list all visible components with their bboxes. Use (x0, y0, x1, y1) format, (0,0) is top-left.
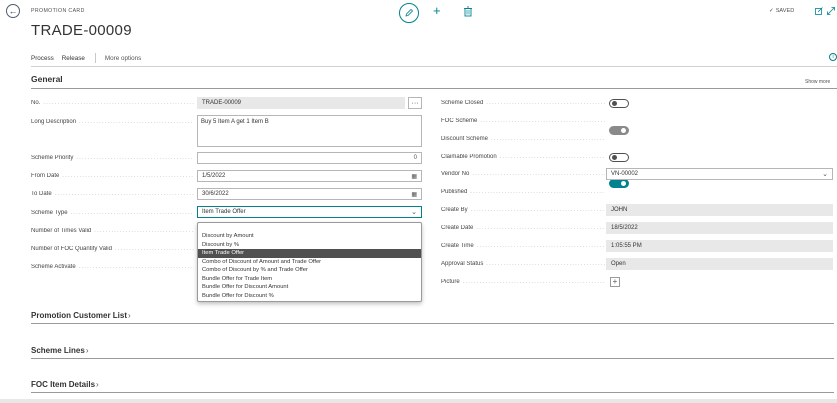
discount-scheme-label: Discount Scheme (441, 136, 605, 142)
to-date-field[interactable]: 30/6/2022 ▦ (197, 188, 422, 200)
action-bar-divider (31, 66, 837, 67)
edit-button[interactable] (399, 3, 419, 23)
create-date-field: 18/5/2022 (606, 222, 833, 234)
no-field: TRADE-00009 (197, 97, 405, 109)
scheme-priority-label: Scheme Priority (31, 155, 194, 161)
scheme-lines-divider (31, 358, 834, 359)
long-description-label: Long Description (31, 119, 194, 125)
dropdown-option[interactable]: Bundle Offer for Trade Item (198, 275, 421, 284)
to-date-label: To Date (31, 191, 194, 197)
expand-icon[interactable] (827, 7, 835, 15)
scheme-type-label: Scheme Type (31, 210, 194, 216)
dropdown-option-selected[interactable]: Item Trade Offer (198, 249, 421, 258)
create-by-label: Create By (441, 207, 605, 213)
checkmark-icon: ✓ (769, 8, 774, 14)
action-separator (94, 53, 96, 63)
more-options-action[interactable]: More options (105, 55, 141, 62)
customer-list-divider (31, 323, 834, 324)
scheme-priority-field[interactable]: 0 (197, 152, 422, 164)
add-picture-button[interactable]: + (610, 277, 620, 287)
discount-scheme-toggle[interactable] (609, 153, 629, 162)
page-title: TRADE-00009 (31, 22, 132, 39)
create-date-label: Create Date (441, 225, 605, 231)
scheme-closed-toggle[interactable] (609, 99, 629, 108)
dropdown-option[interactable]: Combo of Discount by % and Trade Offer (198, 266, 421, 275)
general-section-title[interactable]: General (31, 74, 63, 84)
chevron-right-icon: › (85, 346, 89, 355)
action-bar: Process Release More options (31, 53, 149, 63)
dropdown-option[interactable]: Discount by % (198, 241, 421, 250)
chevron-down-icon[interactable]: ⌄ (411, 208, 417, 216)
chevron-right-icon: › (128, 311, 131, 320)
from-date-field[interactable]: 1/5/2022 ▦ (197, 170, 422, 182)
vendor-no-label: Vendor No (441, 171, 605, 177)
promotion-customer-list-header[interactable]: Promotion Customer List› (31, 311, 131, 320)
process-action[interactable]: Process (31, 55, 54, 62)
scheme-activate-label: Scheme Activate (31, 264, 194, 270)
vendor-no-select[interactable]: VN-00002 ⌄ (606, 168, 833, 180)
foc-scheme-label: FOC Scheme (441, 118, 605, 124)
foc-items-divider (31, 392, 834, 393)
bottom-scrollbar[interactable] (0, 399, 837, 403)
dropdown-option[interactable]: Combo of Discount of Amount and Trade Of… (198, 258, 421, 267)
info-icon[interactable]: i (829, 53, 837, 61)
calendar-icon[interactable]: ▦ (411, 173, 417, 180)
claimable-promotion-toggle[interactable] (609, 179, 629, 188)
foc-scheme-toggle[interactable] (609, 126, 629, 135)
saved-status: ✓ SAVED (769, 8, 795, 14)
scheme-type-dropdown: Discount by Amount Discount by % Item Tr… (197, 222, 422, 302)
foc-item-details-header[interactable]: FOC Item Details› (31, 380, 99, 389)
back-button[interactable]: ← (6, 4, 20, 18)
published-label: Published (441, 189, 605, 195)
claimable-promotion-label: Claimable Promotion (441, 154, 605, 160)
foc-quantity-valid-label: Number of FOC Quantity Valid (31, 246, 194, 252)
approval-status-label: Approval Status (441, 261, 605, 267)
general-divider (31, 88, 837, 89)
assist-edit-button[interactable]: ··· (408, 97, 422, 109)
times-valid-label: Number of Times Valid (31, 228, 194, 234)
new-button[interactable]: + (433, 4, 441, 17)
dropdown-option[interactable]: Bundle Offer for Discount % (198, 292, 421, 301)
dropdown-option[interactable]: Discount by Amount (198, 232, 421, 241)
from-date-label: From Date (31, 173, 194, 179)
calendar-icon[interactable]: ▦ (411, 191, 417, 198)
pencil-icon (405, 8, 414, 17)
picture-label: Picture (441, 279, 605, 285)
open-new-window-icon[interactable] (815, 7, 823, 15)
dropdown-option[interactable]: Bundle Offer for Discount Amount (198, 283, 421, 292)
page-caption: PROMOTION CARD (31, 8, 85, 14)
scheme-lines-header[interactable]: Scheme Lines› (31, 346, 88, 355)
long-description-field[interactable]: Buy 5 Item A get 1 Item B (197, 115, 422, 147)
chevron-right-icon: › (96, 380, 99, 389)
release-action[interactable]: Release (62, 55, 85, 62)
approval-status-field: Open (606, 258, 833, 270)
create-time-field: 1:05:55 PM (606, 240, 833, 252)
create-time-label: Create Time (441, 243, 605, 249)
create-by-field: JOHN (606, 204, 833, 216)
delete-icon[interactable] (463, 6, 473, 17)
no-label: No. (31, 100, 194, 106)
scheme-closed-label: Scheme Closed (441, 100, 605, 106)
plus-icon: + (433, 3, 441, 18)
scheme-type-select[interactable]: Item Trade Offer ⌄ (197, 206, 422, 218)
chevron-down-icon[interactable]: ⌄ (822, 170, 828, 178)
show-more-link[interactable]: Show more (805, 79, 830, 85)
arrow-left-icon: ← (8, 5, 18, 16)
